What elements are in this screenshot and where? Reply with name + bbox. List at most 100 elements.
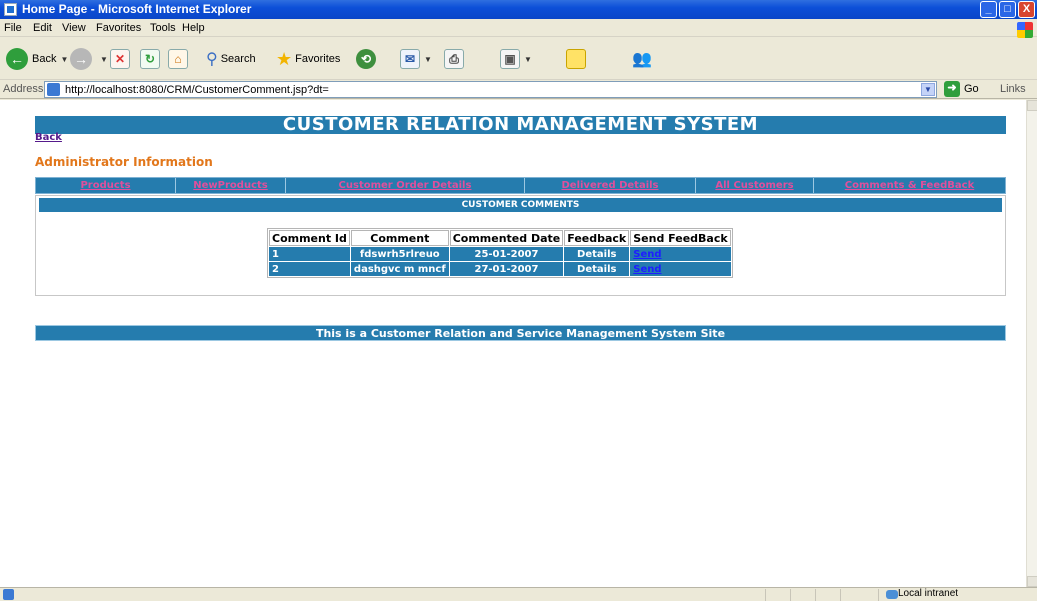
status-divider xyxy=(765,589,766,601)
back-link[interactable]: Back xyxy=(35,132,62,143)
search-icon: ⚲ xyxy=(206,51,218,68)
cell-comment-id: 2 xyxy=(269,262,350,276)
section-title: Administrator Information xyxy=(35,155,213,169)
edit-button[interactable]: ▣ ▼ xyxy=(500,44,532,74)
print-button[interactable]: ⎙ xyxy=(444,44,464,74)
nav-link-all-customers[interactable]: All Customers xyxy=(715,180,793,191)
address-url[interactable]: http://localhost:8080/CRM/CustomerCommen… xyxy=(65,84,329,96)
page-icon xyxy=(47,83,60,96)
forward-dropdown-icon[interactable]: ▼ xyxy=(100,55,108,64)
cell-comment: dashgvc m mncf xyxy=(350,262,449,276)
address-dropdown-icon[interactable]: ▼ xyxy=(921,83,935,96)
print-icon: ⎙ xyxy=(444,49,464,69)
scroll-down-icon[interactable] xyxy=(1027,576,1037,587)
menu-edit[interactable]: Edit xyxy=(33,22,52,34)
col-feedback: Feedback xyxy=(564,230,630,246)
discuss-button[interactable] xyxy=(566,44,586,74)
refresh-icon: ↻ xyxy=(140,49,160,69)
edit-icon: ▣ xyxy=(500,49,520,69)
close-button[interactable]: X xyxy=(1018,1,1035,18)
links-button[interactable]: Links xyxy=(1000,83,1026,95)
forward-arrow-icon: → xyxy=(70,48,92,70)
status-divider xyxy=(840,589,841,601)
address-input[interactable]: http://localhost:8080/CRM/CustomerCommen… xyxy=(44,81,937,98)
cell-feedback: Details xyxy=(564,262,630,276)
favorites-star-icon: ★ xyxy=(276,48,293,69)
messenger-button[interactable]: 👥 xyxy=(632,44,652,74)
search-button[interactable]: ⚲ Search xyxy=(206,44,256,74)
nav-link-delivered-details[interactable]: Delivered Details xyxy=(561,180,658,191)
table-row: 2 dashgvc m mncf 27-01-2007 Details Send xyxy=(269,262,731,276)
nav-cell-all-customers: All Customers xyxy=(696,178,814,193)
maximize-button[interactable]: □ xyxy=(999,1,1016,18)
cell-commented-date: 27-01-2007 xyxy=(449,262,564,276)
cell-send-feedback: Send xyxy=(630,262,731,276)
home-button[interactable]: ⌂ xyxy=(168,44,188,74)
back-label: Back xyxy=(32,53,57,65)
status-divider xyxy=(878,589,879,601)
nav-cell-newproducts: NewProducts xyxy=(176,178,286,193)
window-title-bar[interactable]: Home Page - Microsoft Internet Explorer … xyxy=(0,0,1037,19)
scroll-up-icon[interactable] xyxy=(1027,100,1037,111)
nav-link-comments-feedback[interactable]: Comments & FeedBack xyxy=(845,180,974,191)
forward-button[interactable]: → ▼ xyxy=(70,44,108,74)
favorites-button[interactable]: ★ Favorites xyxy=(276,44,340,74)
mail-button[interactable]: ✉ ▼ xyxy=(400,44,432,74)
messenger-icon: 👥 xyxy=(632,51,652,68)
cell-comment-id: 1 xyxy=(269,247,350,261)
back-button[interactable]: ← Back ▼ xyxy=(6,44,68,74)
nav-cell-comments-feedback: Comments & FeedBack xyxy=(814,178,1005,193)
status-page-icon xyxy=(3,589,14,600)
mail-dropdown-icon[interactable]: ▼ xyxy=(424,55,432,64)
page-viewport: CUSTOMER RELATION MANAGEMENT SYSTEM Back… xyxy=(0,100,1026,587)
stop-icon: ✕ xyxy=(110,49,130,69)
cell-comment: fdswrh5rlreuo xyxy=(350,247,449,261)
favorites-label: Favorites xyxy=(295,53,341,65)
col-commented-date: Commented Date xyxy=(449,230,564,246)
nav-cell-delivered-details: Delivered Details xyxy=(525,178,696,193)
refresh-button[interactable]: ↻ xyxy=(140,44,160,74)
back-dropdown-icon[interactable]: ▼ xyxy=(60,55,68,64)
go-arrow-icon: ➜ xyxy=(944,81,960,97)
comments-header: CUSTOMER COMMENTS xyxy=(39,198,1002,212)
menu-view[interactable]: View xyxy=(62,22,86,34)
col-comment: Comment xyxy=(350,230,449,246)
security-zone: Local intranet xyxy=(898,588,959,599)
col-comment-id: Comment Id xyxy=(269,230,350,246)
address-bar: Address http://localhost:8080/CRM/Custom… xyxy=(0,80,1037,99)
nav-link-newproducts[interactable]: NewProducts xyxy=(193,180,267,191)
col-send-feedback: Send FeedBack xyxy=(630,230,731,246)
footer-bar: This is a Customer Relation and Service … xyxy=(35,325,1006,341)
status-bar: Local intranet xyxy=(0,587,1037,601)
table-row: 1 fdswrh5rlreuo 25-01-2007 Details Send xyxy=(269,247,731,261)
vertical-scrollbar[interactable] xyxy=(1026,100,1037,587)
intranet-icon xyxy=(886,590,898,599)
go-label: Go xyxy=(964,83,979,95)
nav-bar: Products NewProducts Customer Order Deta… xyxy=(35,177,1006,194)
send-feedback-link[interactable]: Send xyxy=(633,249,661,260)
nav-link-products[interactable]: Products xyxy=(80,180,130,191)
mail-icon: ✉ xyxy=(400,49,420,69)
window-title: Home Page - Microsoft Internet Explorer xyxy=(22,2,252,16)
cell-feedback: Details xyxy=(564,247,630,261)
status-divider xyxy=(790,589,791,601)
cell-send-feedback: Send xyxy=(630,247,731,261)
go-button[interactable]: ➜ Go xyxy=(944,81,979,97)
comments-table: Comment Id Comment Commented Date Feedba… xyxy=(267,228,733,278)
menu-favorites[interactable]: Favorites xyxy=(96,22,141,34)
address-label: Address xyxy=(3,83,44,95)
menu-help[interactable]: Help xyxy=(182,22,205,34)
send-feedback-link[interactable]: Send xyxy=(633,264,661,275)
status-divider xyxy=(815,589,816,601)
menu-tools[interactable]: Tools xyxy=(150,22,176,34)
site-title: CUSTOMER RELATION MANAGEMENT SYSTEM xyxy=(35,116,1006,134)
history-button[interactable]: ⟲ xyxy=(356,44,380,74)
nav-link-customer-order-details[interactable]: Customer Order Details xyxy=(339,180,472,191)
comments-panel: CUSTOMER COMMENTS Comment Id Comment Com… xyxy=(35,195,1006,296)
nav-cell-customer-order-details: Customer Order Details xyxy=(286,178,525,193)
stop-button[interactable]: ✕ xyxy=(110,44,130,74)
minimize-button[interactable]: _ xyxy=(980,1,997,18)
menu-file[interactable]: File xyxy=(4,22,22,34)
edit-dropdown-icon[interactable]: ▼ xyxy=(524,55,532,64)
history-icon: ⟲ xyxy=(356,49,376,69)
